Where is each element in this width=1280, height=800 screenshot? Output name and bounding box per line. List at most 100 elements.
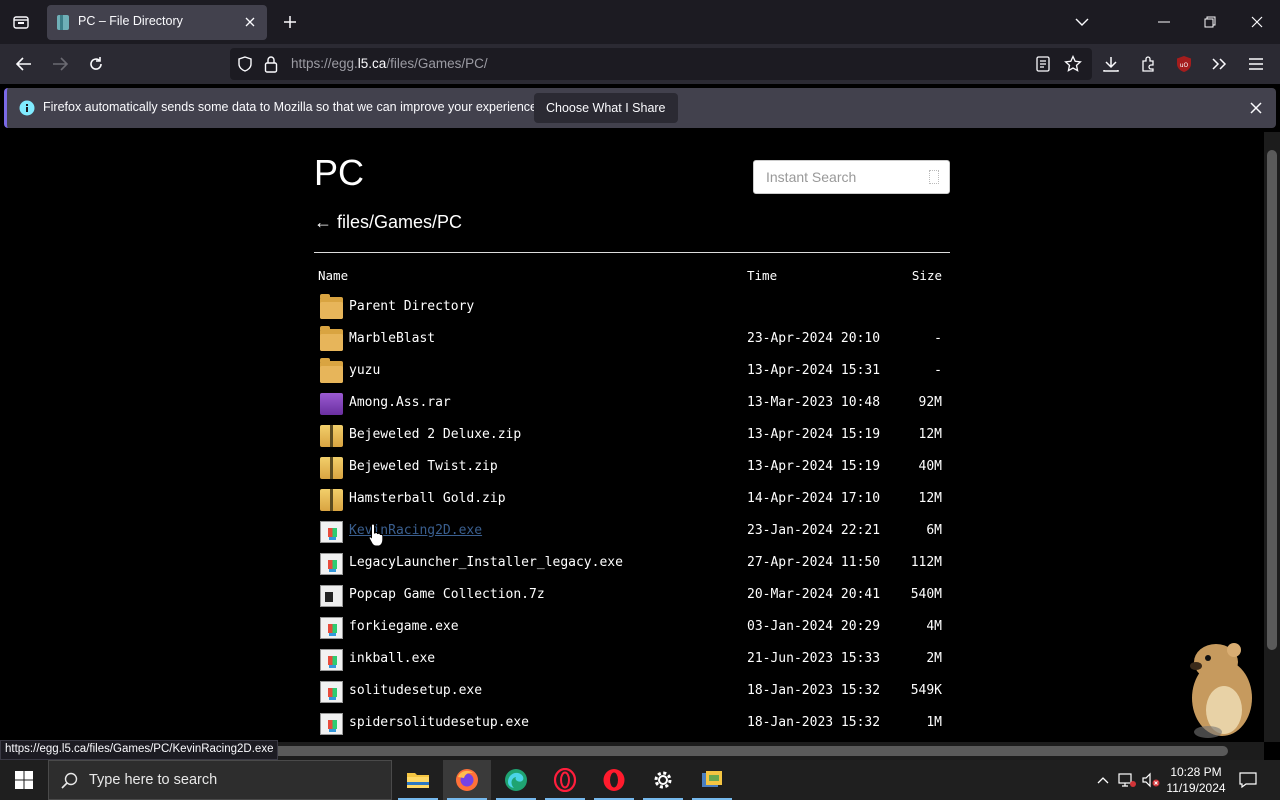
volume-muted-icon[interactable] [1140, 760, 1162, 800]
forward-icon[interactable] [46, 50, 74, 78]
file-name-link[interactable]: Bejeweled Twist.zip [349, 459, 498, 474]
back-icon[interactable] [10, 50, 38, 78]
new-tab-icon[interactable] [277, 9, 303, 35]
lock-icon[interactable] [264, 55, 278, 77]
network-icon[interactable] [1116, 760, 1138, 800]
page-title: PC [314, 152, 365, 193]
url-bar[interactable]: https://egg.l5.ca/files/Games/PC/ [230, 48, 1092, 80]
table-row[interactable]: spidersolitudesetup.exe 18-Jan-2023 15:32… [314, 708, 950, 740]
column-header-time[interactable]: Time [747, 268, 777, 283]
file-size: 1M [926, 715, 942, 730]
file-size: 549K [910, 683, 942, 698]
tab-close-icon[interactable] [241, 13, 259, 31]
file-name-link[interactable]: inkball.exe [349, 651, 435, 666]
settings-gear-icon[interactable] [639, 760, 687, 800]
folder-icon [320, 326, 343, 351]
file-time: 20-Mar-2024 20:41 [747, 587, 881, 602]
table-row[interactable]: inkball.exe 21-Jun-2023 15:33 2M [314, 644, 950, 676]
firefox-view-icon[interactable] [8, 9, 34, 35]
taskbar-clock[interactable]: 10:28 PM 11/19/2024 [1164, 764, 1228, 796]
file-name-link[interactable]: forkiegame.exe [349, 619, 459, 634]
page-content: PC ← files/Games/PC Name Time Size Paren… [0, 132, 1264, 742]
tracking-protection-icon[interactable] [236, 55, 254, 77]
downloads-icon[interactable] [1097, 50, 1125, 78]
edge-browser-icon[interactable] [492, 760, 540, 800]
opera-gx-icon[interactable] [541, 760, 589, 800]
bookmark-star-icon[interactable] [1064, 54, 1082, 77]
table-row[interactable]: solitudesetup.exe 18-Jan-2023 15:32 549K [314, 676, 950, 708]
table-row[interactable]: Popcap Game Collection.7z 20-Mar-2024 20:… [314, 580, 950, 612]
file-time: 13-Apr-2024 15:19 [747, 427, 881, 442]
table-row[interactable]: Bejeweled Twist.zip 13-Apr-2024 15:19 40M [314, 452, 950, 484]
windows-taskbar: Type here to search 10:28 PM 11/19/2024 [0, 760, 1280, 800]
file-size: - [934, 363, 942, 378]
table-row[interactable]: Hamsterball Gold.zip 14-Apr-2024 17:10 12M [314, 484, 950, 516]
vertical-scrollbar[interactable] [1264, 132, 1280, 742]
file-name-link[interactable]: Parent Directory [349, 299, 474, 314]
notifications-icon[interactable] [1234, 760, 1262, 800]
app-installer-icon[interactable] [688, 760, 736, 800]
hand-cursor-icon [368, 523, 384, 547]
navigation-bar: https://egg.l5.ca/files/Games/PC/ uO [0, 44, 1280, 84]
file-name-link[interactable]: solitudesetup.exe [349, 683, 482, 698]
reload-icon[interactable] [82, 50, 110, 78]
windows-start-icon[interactable] [0, 760, 48, 800]
file-size: - [934, 331, 942, 346]
clock-date: 11/19/2024 [1166, 781, 1226, 795]
choose-what-i-share-button[interactable]: Choose What I Share [534, 93, 678, 123]
file-name-link[interactable]: MarbleBlast [349, 331, 435, 346]
firefox-icon[interactable] [443, 760, 491, 800]
table-row[interactable]: KevinRacing2D.exe 23-Jan-2024 22:21 6M [314, 516, 950, 548]
extensions-icon[interactable] [1134, 50, 1162, 78]
breadcrumb-link[interactable]: ← files/Games/PC [314, 212, 462, 233]
search-icon [61, 772, 78, 793]
file-time: 21-Jun-2023 15:33 [747, 651, 881, 666]
instant-search-input[interactable] [766, 169, 916, 185]
file-name-link[interactable]: Popcap Game Collection.7z [349, 587, 545, 602]
table-row[interactable]: Among.Ass.rar 13-Mar-2023 10:48 92M [314, 388, 950, 420]
file-name-link[interactable]: LegacyLauncher_Installer_legacy.exe [349, 555, 623, 570]
opera-icon[interactable] [590, 760, 638, 800]
notification-text: Firefox automatically sends some data to… [43, 100, 541, 114]
zip-archive-icon [320, 425, 343, 447]
clock-time: 10:28 PM [1170, 765, 1222, 779]
file-name-link[interactable]: yuzu [349, 363, 380, 378]
table-row[interactable]: forkiegame.exe 03-Jan-2024 20:29 4M [314, 612, 950, 644]
file-name-link[interactable]: Among.Ass.rar [349, 395, 451, 410]
file-explorer-icon[interactable] [394, 760, 442, 800]
overflow-chevron-icon[interactable] [1205, 50, 1233, 78]
executable-icon [320, 649, 343, 671]
taskbar-search-box[interactable]: Type here to search [48, 760, 392, 800]
telemetry-notification-bar: Firefox automatically sends some data to… [4, 88, 1276, 128]
instant-search-box[interactable] [753, 160, 950, 194]
executable-icon [320, 553, 343, 575]
table-row[interactable]: yuzu 13-Apr-2024 15:31 - [314, 356, 950, 388]
svg-text:uO: uO [1180, 62, 1189, 69]
vertical-scrollbar-thumb[interactable] [1267, 150, 1277, 650]
file-name-link[interactable]: Hamsterball Gold.zip [349, 491, 506, 506]
show-hidden-icons-chevron-icon[interactable] [1092, 760, 1114, 800]
minimize-icon[interactable] [1150, 8, 1178, 36]
close-window-icon[interactable] [1243, 8, 1271, 36]
table-row[interactable]: LegacyLauncher_Installer_legacy.exe 27-Ap… [314, 548, 950, 580]
list-all-tabs-icon[interactable] [1068, 8, 1096, 36]
file-name-link[interactable]: Bejeweled 2 Deluxe.zip [349, 427, 521, 442]
file-time: 18-Jan-2023 15:32 [747, 715, 881, 730]
column-header-name[interactable]: Name [318, 268, 348, 283]
tab-active[interactable]: PC – File Directory [47, 5, 267, 40]
table-row[interactable]: Parent Directory [314, 292, 950, 324]
url-text[interactable]: https://egg.l5.ca/files/Games/PC/ [291, 56, 488, 71]
notification-close-icon[interactable] [1246, 98, 1266, 118]
url-path: /files/Games/PC/ [386, 56, 488, 71]
column-header-size[interactable]: Size [912, 268, 942, 283]
reader-view-icon[interactable] [1036, 56, 1050, 76]
status-link-preview: https://egg.l5.ca/files/Games/PC/KevinRa… [0, 740, 279, 760]
zip-archive-icon [320, 457, 343, 479]
restore-icon[interactable] [1196, 8, 1224, 36]
divider [314, 252, 950, 253]
menu-hamburger-icon[interactable] [1242, 50, 1270, 78]
ublock-origin-icon[interactable]: uO [1170, 50, 1198, 78]
table-row[interactable]: MarbleBlast 23-Apr-2024 20:10 - [314, 324, 950, 356]
table-row[interactable]: Bejeweled 2 Deluxe.zip 13-Apr-2024 15:19 1… [314, 420, 950, 452]
file-name-link[interactable]: spidersolitudesetup.exe [349, 715, 529, 730]
